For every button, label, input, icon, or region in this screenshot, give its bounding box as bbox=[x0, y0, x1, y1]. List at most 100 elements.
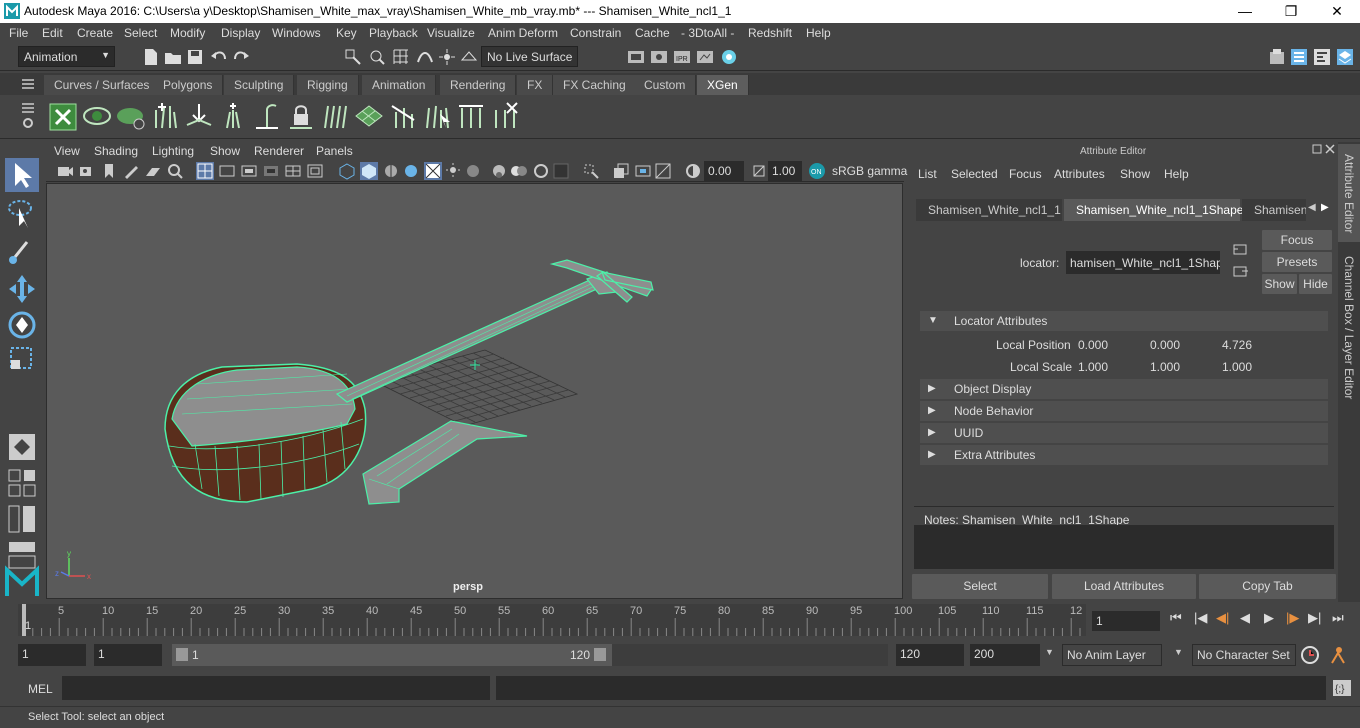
exposure-icon[interactable] bbox=[684, 162, 702, 180]
shelf-tab-fx-caching[interactable]: FX Caching bbox=[553, 75, 637, 95]
ipr-render-icon[interactable]: IPR bbox=[673, 48, 691, 66]
open-scene-icon[interactable] bbox=[164, 48, 182, 66]
xgen-editor-icon[interactable] bbox=[48, 100, 78, 132]
bookmark-icon[interactable] bbox=[100, 162, 118, 180]
shelf-tab-curves-surfaces[interactable]: Curves / Surfaces bbox=[44, 75, 161, 95]
outliner-layout-icon[interactable] bbox=[5, 502, 39, 536]
playback-start-field[interactable]: 1 bbox=[94, 644, 162, 666]
menu-create[interactable]: Create bbox=[77, 26, 113, 40]
multisample-aa-icon[interactable] bbox=[510, 162, 528, 180]
range-start-handle[interactable] bbox=[176, 648, 188, 661]
section-uuid[interactable]: ▶ UUID bbox=[920, 423, 1328, 443]
select-by-component-icon[interactable] bbox=[368, 48, 386, 66]
auto-key-icon[interactable] bbox=[1300, 645, 1320, 665]
render-view-icon[interactable] bbox=[696, 48, 714, 66]
menu-visualize[interactable]: Visualize bbox=[427, 26, 475, 40]
section-extra-attributes[interactable]: ▶ Extra Attributes bbox=[920, 445, 1328, 465]
xgen-groom-grid-icon[interactable] bbox=[354, 100, 384, 132]
select-button[interactable]: Select bbox=[912, 574, 1048, 599]
local-position-z[interactable]: 4.726 bbox=[1218, 335, 1286, 355]
xgen-guide-delete-icon[interactable] bbox=[490, 100, 520, 132]
character-set-dropdown[interactable]: No Character Set bbox=[1192, 644, 1296, 666]
paint-select-tool-icon[interactable] bbox=[5, 234, 39, 268]
mel-command-input[interactable] bbox=[62, 676, 490, 700]
step-forward-key-icon[interactable]: |▶ bbox=[1286, 610, 1299, 626]
local-scale-y[interactable]: 1.000 bbox=[1146, 357, 1214, 377]
shelf-tab-rigging[interactable]: Rigging bbox=[297, 75, 359, 95]
menu-help[interactable]: Help bbox=[806, 26, 831, 40]
animation-start-field[interactable]: 1 bbox=[18, 644, 86, 666]
viewport-menu-lighting[interactable]: Lighting bbox=[152, 144, 194, 158]
xgen-guide-add-icon[interactable] bbox=[150, 100, 180, 132]
step-back-key-icon[interactable]: ◀| bbox=[1216, 610, 1229, 626]
gamma-field[interactable]: 1.00 bbox=[768, 161, 802, 181]
go-to-input-icon[interactable] bbox=[1233, 242, 1249, 256]
chevron-down-icon[interactable]: ▼ bbox=[1045, 647, 1054, 657]
close-panel-icon[interactable] bbox=[1325, 144, 1335, 154]
menu-select[interactable]: Select bbox=[124, 26, 157, 40]
float-panel-icon[interactable] bbox=[1312, 144, 1322, 154]
section-node-behavior[interactable]: ▶ Node Behavior bbox=[920, 401, 1328, 421]
snap-to-point-icon[interactable] bbox=[438, 48, 456, 66]
hide-button[interactable]: Hide bbox=[1299, 274, 1332, 294]
two-d-pan-zoom-icon[interactable] bbox=[166, 162, 184, 180]
field-chart-icon[interactable] bbox=[284, 162, 302, 180]
shelf-tab-animation[interactable]: Animation bbox=[362, 75, 437, 95]
menu-cache[interactable]: Cache bbox=[635, 26, 670, 40]
show-button[interactable]: Show bbox=[1262, 274, 1297, 294]
mel-label[interactable]: MEL bbox=[28, 682, 53, 696]
render-current-frame-icon[interactable] bbox=[650, 48, 668, 66]
safe-action-icon[interactable] bbox=[306, 162, 324, 180]
range-slider[interactable]: 1 120 bbox=[172, 644, 612, 666]
show-channel-box-icon[interactable] bbox=[1336, 48, 1354, 66]
xray-joints-icon[interactable] bbox=[612, 162, 630, 180]
menu-edit[interactable]: Edit bbox=[42, 26, 63, 40]
menu-playback[interactable]: Playback bbox=[369, 26, 418, 40]
four-view-layout-icon[interactable] bbox=[5, 466, 39, 500]
go-to-start-icon[interactable]: ⏮ bbox=[1170, 610, 1182, 626]
xgen-guide-cut-icon[interactable] bbox=[388, 100, 418, 132]
scale-tool-icon[interactable] bbox=[5, 342, 39, 376]
menu-anim-deform[interactable]: Anim Deform bbox=[488, 26, 558, 40]
xgen-preview-icon[interactable] bbox=[82, 100, 112, 132]
undo-icon[interactable] bbox=[210, 48, 228, 66]
animation-end-field[interactable]: 200 bbox=[970, 644, 1040, 666]
script-editor-icon[interactable]: {;} bbox=[1332, 679, 1352, 697]
maximize-button[interactable]: ❐ bbox=[1268, 2, 1314, 22]
ae-menu-list[interactable]: List bbox=[918, 167, 937, 181]
select-by-hierarchy-icon[interactable] bbox=[344, 48, 362, 66]
viewport-menu-renderer[interactable]: Renderer bbox=[254, 144, 304, 158]
load-attributes-button[interactable]: Load Attributes bbox=[1052, 574, 1196, 599]
menu-key[interactable]: Key bbox=[336, 26, 357, 40]
xray-icon[interactable] bbox=[552, 162, 570, 180]
ae-menu-attributes[interactable]: Attributes bbox=[1054, 167, 1105, 181]
local-position-x[interactable]: 0.000 bbox=[1074, 335, 1142, 355]
anim-layer-dropdown[interactable]: No Anim Layer bbox=[1062, 644, 1162, 666]
resolution-gate-icon[interactable] bbox=[240, 162, 258, 180]
section-locator-attributes[interactable]: ▼ Locator Attributes bbox=[920, 311, 1328, 331]
depth-of-field-icon[interactable] bbox=[532, 162, 550, 180]
shelf-options-icon[interactable] bbox=[22, 103, 34, 113]
ae-menu-focus[interactable]: Focus bbox=[1009, 167, 1042, 181]
close-button[interactable]: ✕ bbox=[1314, 2, 1360, 22]
focus-button[interactable]: Focus bbox=[1262, 230, 1332, 250]
ae-menu-help[interactable]: Help bbox=[1164, 167, 1189, 181]
camera-attributes-icon[interactable] bbox=[78, 162, 96, 180]
shelf-tab-rendering[interactable]: Rendering bbox=[440, 75, 517, 95]
play-forwards-icon[interactable]: ▶ bbox=[1264, 610, 1274, 626]
film-gate-icon[interactable] bbox=[218, 162, 236, 180]
screen-space-ao-icon[interactable] bbox=[464, 162, 482, 180]
tab-scroll-right-icon[interactable]: ▶ bbox=[1321, 202, 1329, 213]
side-tab-attribute-editor[interactable]: Attribute Editor bbox=[1338, 144, 1360, 242]
menu-redshift[interactable]: Redshift bbox=[748, 26, 792, 40]
gamma-icon[interactable] bbox=[750, 162, 768, 180]
textured-icon[interactable] bbox=[402, 162, 420, 180]
maya-home-icon[interactable] bbox=[5, 564, 39, 598]
xgen-guide-move-icon[interactable] bbox=[184, 100, 214, 132]
notes-textarea[interactable] bbox=[914, 525, 1334, 569]
local-position-y[interactable]: 0.000 bbox=[1146, 335, 1214, 355]
select-tool-icon[interactable] bbox=[5, 158, 39, 192]
ae-tab-transform[interactable]: Shamisen_White_ncl1_1 bbox=[916, 199, 1062, 221]
live-surface-field[interactable]: No Live Surface bbox=[481, 46, 578, 67]
color-management-icon[interactable]: ON bbox=[808, 162, 826, 180]
